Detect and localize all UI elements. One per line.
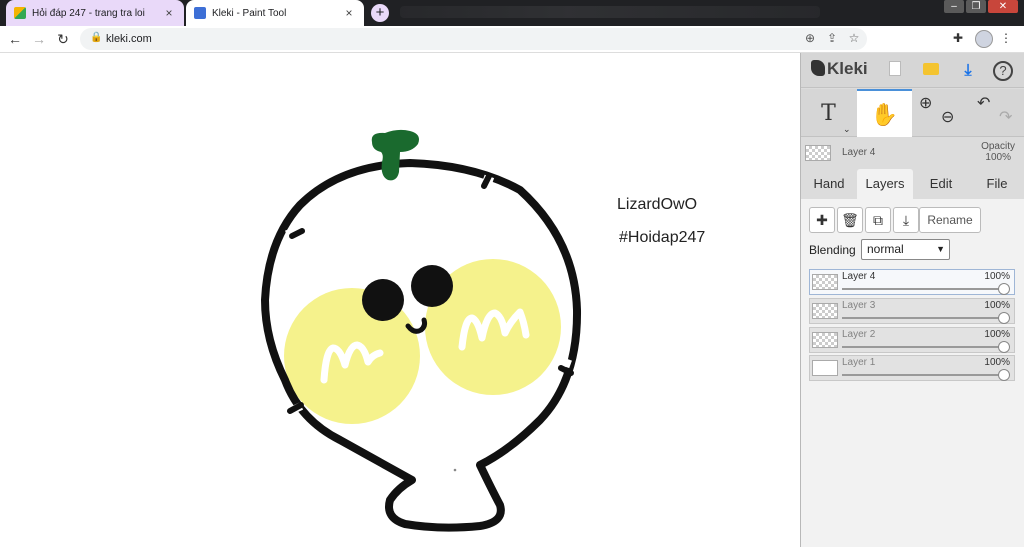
zoom-out-icon[interactable]: ⊖ <box>941 107 954 127</box>
opacity-slider-track[interactable] <box>842 346 1002 348</box>
new-file-icon[interactable] <box>885 61 905 81</box>
layers-section: ✚ 🗑 ⧉ ⤓ Rename Blending normal ▼ Layer 4… <box>801 199 1024 547</box>
share-icon[interactable]: ⇪ <box>824 31 840 45</box>
minimize-button[interactable]: – <box>944 0 964 13</box>
chevron-down-icon: ▼ <box>936 244 945 254</box>
help-icon[interactable]: ? <box>993 61 1013 81</box>
back-arrow-icon[interactable]: ← <box>6 30 24 48</box>
blurred-tabs <box>400 6 820 18</box>
opacity-slider-handle[interactable] <box>998 341 1010 353</box>
zoom-icon[interactable]: ⊕ <box>802 31 818 45</box>
text-tool-icon[interactable]: T ⌄ <box>801 89 856 137</box>
layer-name: Layer 2 <box>842 329 876 340</box>
kleki-side-panel: Kleki ⤓ ? T ⌄ ✋ ⊕ ⊖ ↶ ↷ Layer 4 Opacity 1… <box>800 53 1024 547</box>
kleki-logo: Kleki <box>811 59 868 79</box>
current-layer-name: Layer 4 <box>842 147 876 158</box>
tab-file[interactable]: File <box>969 169 1024 199</box>
opacity-label: Opacity <box>981 141 1015 152</box>
dot-mark <box>453 468 457 472</box>
window-controls: – ❐ ✕ <box>942 0 1018 13</box>
tab-title: Kleki - Paint Tool <box>212 7 287 19</box>
forward-arrow-icon[interactable]: → <box>30 30 48 48</box>
open-folder-icon[interactable] <box>921 61 941 81</box>
browser-tab-strip: Hỏi đáp 247 - trang tra loi × Kleki - Pa… <box>0 0 1024 26</box>
layer-opacity: 100% <box>984 300 1010 311</box>
bookmark-star-icon[interactable]: ☆ <box>846 31 862 45</box>
layer-row[interactable]: Layer 3 100% <box>809 298 1015 324</box>
left-eye <box>362 279 404 321</box>
logo-text: Kleki <box>827 59 868 78</box>
opacity-slider-track[interactable] <box>842 317 1002 319</box>
layer-opacity: 100% <box>984 329 1010 340</box>
rename-button[interactable]: Rename <box>919 207 981 233</box>
opacity-slider-track[interactable] <box>842 374 1002 376</box>
reload-icon[interactable]: ↻ <box>54 30 72 48</box>
zoom-controls: ⊕ ⊖ <box>913 89 968 137</box>
layer-opacity: 100% <box>984 357 1010 368</box>
delete-layer-icon[interactable]: 🗑 <box>837 207 863 233</box>
tool-bar: T ⌄ ✋ ⊕ ⊖ ↶ ↷ <box>801 89 1024 137</box>
browser-toolbar: ← → ↻ 🔒 kleki.com ⊕ ⇪ ☆ ✚ ⋮ <box>0 26 1024 53</box>
drawing-canvas[interactable]: LizardOwO #Hoidap247 <box>0 53 800 547</box>
add-layer-icon[interactable]: ✚ <box>809 207 835 233</box>
layer-thumbnail <box>812 332 838 348</box>
opacity-slider-track[interactable] <box>842 288 1002 290</box>
right-eye <box>411 265 453 307</box>
layer-row[interactable]: Layer 1 100% <box>809 355 1015 381</box>
kleki-favicon-icon <box>194 7 206 19</box>
kleki-logo-icon <box>811 60 825 76</box>
layer-name: Layer 3 <box>842 300 876 311</box>
opacity-slider-handle[interactable] <box>998 283 1010 295</box>
merge-layer-icon[interactable]: ⤓ <box>893 207 919 233</box>
sprout-leaf <box>371 129 419 181</box>
close-tab-icon[interactable]: × <box>162 6 176 20</box>
tab-kleki[interactable]: Kleki - Paint Tool × <box>186 0 364 26</box>
duplicate-layer-icon[interactable]: ⧉ <box>865 207 891 233</box>
tab-edit[interactable]: Edit <box>913 169 969 199</box>
tab-title: Hỏi đáp 247 - trang tra loi <box>32 7 145 19</box>
canvas-text-signature: LizardOwO <box>617 196 698 213</box>
blending-value: normal <box>867 242 904 256</box>
layer-name: Layer 1 <box>842 357 876 368</box>
panel-header: Kleki ⤓ ? <box>801 53 1024 88</box>
layer-name: Layer 4 <box>842 271 876 282</box>
menu-kebab-icon[interactable]: ⋮ <box>998 31 1014 45</box>
address-bar[interactable]: 🔒 kleki.com ⊕ ⇪ ☆ <box>80 28 867 50</box>
layer-row[interactable]: Layer 2 100% <box>809 327 1015 353</box>
profile-avatar[interactable] <box>975 30 993 48</box>
opacity-slider-handle[interactable] <box>998 369 1010 381</box>
current-layer-thumbnail <box>805 145 831 161</box>
canvas-drawing <box>261 129 582 532</box>
maximize-button[interactable]: ❐ <box>966 0 986 13</box>
hand-tool-icon[interactable]: ✋ <box>857 89 912 137</box>
download-icon[interactable]: ⤓ <box>958 61 978 81</box>
layer-thumbnail <box>812 360 838 376</box>
redo-icon[interactable]: ↷ <box>999 107 1012 127</box>
tab-hand[interactable]: Hand <box>801 169 857 199</box>
close-tab-icon[interactable]: × <box>342 6 356 20</box>
lock-icon: 🔒 <box>90 32 103 43</box>
hoidap-favicon-icon <box>14 7 26 19</box>
history-controls: ↶ ↷ <box>969 89 1024 137</box>
layer-thumbnail <box>812 274 838 290</box>
layer-thumbnail <box>812 303 838 319</box>
opacity-slider-handle[interactable] <box>998 312 1010 324</box>
url-text: kleki.com <box>106 33 152 45</box>
layer-opacity: 100% <box>984 271 1010 282</box>
current-layer-info: Layer 4 Opacity 100% <box>801 139 1024 167</box>
new-tab-button[interactable]: + <box>371 4 389 22</box>
canvas-text-hashtag: #Hoidap247 <box>619 229 706 246</box>
blending-label: Blending <box>809 243 856 257</box>
blending-select[interactable]: normal ▼ <box>861 239 950 260</box>
close-window-button[interactable]: ✕ <box>988 0 1018 13</box>
layer-row[interactable]: Layer 4 100% <box>809 269 1015 295</box>
tab-layers[interactable]: Layers <box>857 169 913 199</box>
extensions-icon[interactable]: ✚ <box>950 31 966 45</box>
panel-tabs: Hand Layers Edit File <box>801 169 1024 199</box>
opacity-value: 100% <box>985 152 1011 163</box>
tab-hoidap[interactable]: Hỏi đáp 247 - trang tra loi × <box>6 0 184 26</box>
undo-icon[interactable]: ↶ <box>977 93 990 113</box>
zoom-in-icon[interactable]: ⊕ <box>919 93 932 113</box>
